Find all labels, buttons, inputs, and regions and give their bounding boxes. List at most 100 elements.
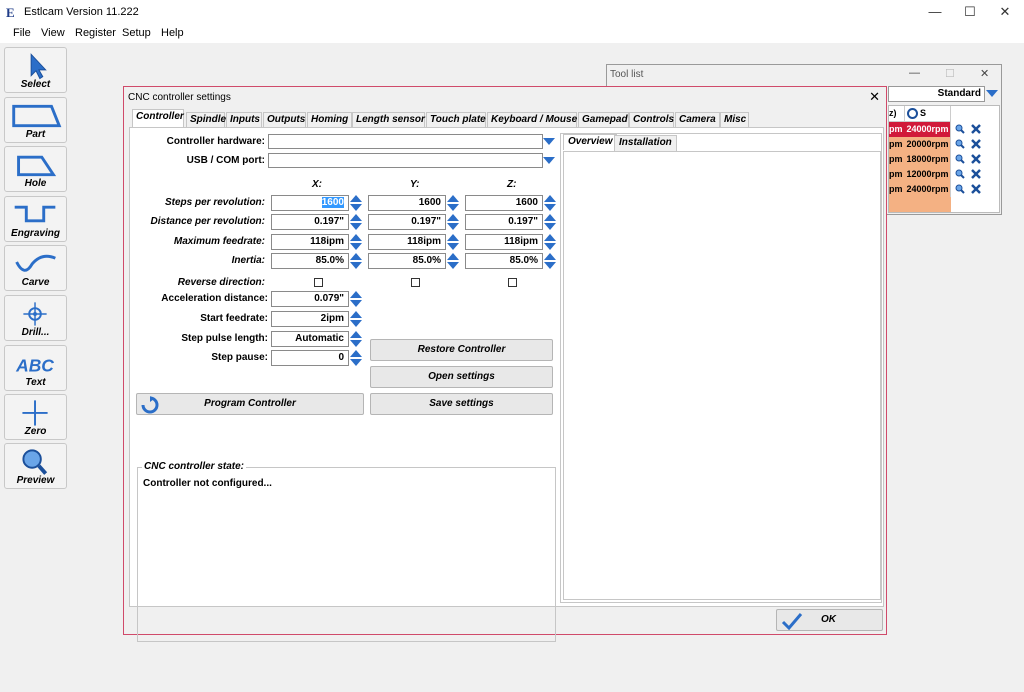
acceleration-distance-spinner-icon[interactable] xyxy=(350,291,363,307)
part-tool-button[interactable]: Part xyxy=(4,97,67,143)
tab-outputs[interactable]: Outputs xyxy=(263,112,306,127)
menu-file[interactable]: File xyxy=(13,27,31,39)
menu-view[interactable]: View xyxy=(41,27,65,39)
tab-camera[interactable]: Camera xyxy=(675,112,720,127)
select-tool-button[interactable]: Select xyxy=(4,47,67,93)
zero-tool-button[interactable]: Zero xyxy=(4,394,67,440)
distance-per-revolution-z-input[interactable]: 0.197" xyxy=(465,214,543,230)
maximum-feedrate-z-spinner-icon[interactable] xyxy=(544,234,557,250)
steps-per-revolution-z-spinner-icon[interactable] xyxy=(544,195,557,211)
maximum-feedrate-z-input[interactable]: 118ipm xyxy=(465,234,543,250)
steps-per-revolution-x-input[interactable]: 1600 xyxy=(271,195,349,211)
delete-tool-icon[interactable] xyxy=(971,184,981,194)
tab-length-sensor[interactable]: Length sensor xyxy=(352,112,425,127)
hole-tool-button[interactable]: Hole xyxy=(4,146,67,192)
maximize-button[interactable]: ☐ xyxy=(953,0,987,24)
controller-hardware-select[interactable] xyxy=(268,134,543,149)
inertia-x-spinner-icon[interactable] xyxy=(350,253,363,269)
restore-controller-button[interactable]: Restore Controller xyxy=(370,339,553,361)
steps-per-revolution-y-input[interactable]: 1600 xyxy=(368,195,446,211)
preview-tool-button[interactable]: Preview xyxy=(4,443,67,489)
edit-tool-magnifier-icon[interactable] xyxy=(955,139,965,149)
close-button[interactable]: ✕ xyxy=(988,0,1022,24)
delete-tool-icon[interactable] xyxy=(971,124,981,134)
engraving-tool-button[interactable]: Engraving xyxy=(4,196,67,242)
tab-controls[interactable]: Controls xyxy=(629,112,674,127)
inertia-z-input[interactable]: 85.0% xyxy=(465,253,543,269)
tool-spindle-speed-cell[interactable]: 12000rpm xyxy=(905,167,951,182)
delete-tool-icon[interactable] xyxy=(971,169,981,179)
step-pause-input[interactable]: 0 xyxy=(271,350,349,366)
tab-spindle[interactable]: Spindle xyxy=(186,112,226,127)
program-controller-button[interactable]: Program Controller xyxy=(136,393,364,415)
tab-homing[interactable]: Homing xyxy=(307,112,352,127)
save-settings-button[interactable]: Save settings xyxy=(370,393,553,415)
tool-spindle-speed-cell[interactable]: 18000rpm xyxy=(905,152,951,167)
preset-select[interactable]: Standard xyxy=(888,86,985,102)
reverse-z-checkbox[interactable] xyxy=(508,278,517,287)
distance-per-revolution-x-input[interactable]: 0.197" xyxy=(271,214,349,230)
tool-spindle-speed-cell[interactable]: 24000rpm xyxy=(905,182,951,197)
delete-tool-icon[interactable] xyxy=(971,154,981,164)
delete-tool-icon[interactable] xyxy=(971,139,981,149)
distance-per-revolution-y-input[interactable]: 0.197" xyxy=(368,214,446,230)
tool-spindle-speed-cell[interactable]: 24000rpm xyxy=(905,122,951,137)
edit-tool-magnifier-icon[interactable] xyxy=(955,124,965,134)
tab-inputs[interactable]: Inputs xyxy=(226,112,262,127)
reverse-y-checkbox[interactable] xyxy=(411,278,420,287)
usb-port-select[interactable] xyxy=(268,153,543,168)
tool-feed-cell[interactable]: pm xyxy=(889,167,905,182)
dialog-close-button[interactable]: ✕ xyxy=(869,89,880,105)
ok-button[interactable]: OK xyxy=(776,609,883,631)
tab-keyboard-mouse[interactable]: Keyboard / Mouse xyxy=(487,112,577,127)
usb-port-dropdown-icon[interactable] xyxy=(543,157,555,164)
inertia-z-spinner-icon[interactable] xyxy=(544,253,557,269)
minimize-button[interactable]: — xyxy=(918,0,952,24)
distance-per-revolution-z-spinner-icon[interactable] xyxy=(544,214,557,230)
tab-installation[interactable]: Installation xyxy=(614,135,677,151)
tool-feed-cell[interactable]: pm xyxy=(889,182,905,197)
tab-gamepad[interactable]: Gamepad xyxy=(578,112,629,127)
menu-help[interactable]: Help xyxy=(161,27,184,39)
edit-tool-magnifier-icon[interactable] xyxy=(955,169,965,179)
tool-list-minimize-button[interactable]: — xyxy=(909,67,920,79)
start-feedrate-input[interactable]: 2ipm xyxy=(271,311,349,327)
start-feedrate-spinner-icon[interactable] xyxy=(350,311,363,327)
step-pulse-length-spinner-icon[interactable] xyxy=(350,331,363,347)
distance-per-revolution-y-spinner-icon[interactable] xyxy=(447,214,460,230)
maximum-feedrate-y-input[interactable]: 118ipm xyxy=(368,234,446,250)
maximum-feedrate-y-spinner-icon[interactable] xyxy=(447,234,460,250)
tool-spindle-speed-cell[interactable]: 20000rpm xyxy=(905,137,951,152)
empty-tool-row[interactable] xyxy=(889,197,951,212)
open-settings-button[interactable]: Open settings xyxy=(370,366,553,388)
tool-list-close-button[interactable]: ✕ xyxy=(980,67,989,80)
steps-per-revolution-y-spinner-icon[interactable] xyxy=(447,195,460,211)
tool-feed-cell[interactable]: pm xyxy=(889,137,905,152)
edit-tool-magnifier-icon[interactable] xyxy=(955,184,965,194)
tab-misc[interactable]: Misc xyxy=(720,112,749,127)
edit-tool-magnifier-icon[interactable] xyxy=(955,154,965,164)
tool-feed-cell[interactable]: pm xyxy=(889,122,905,137)
tool-feed-cell[interactable]: pm xyxy=(889,152,905,167)
inertia-y-spinner-icon[interactable] xyxy=(447,253,460,269)
step-pause-spinner-icon[interactable] xyxy=(350,350,363,366)
step-pulse-length-input[interactable]: Automatic xyxy=(271,331,349,347)
maximum-feedrate-x-input[interactable]: 118ipm xyxy=(271,234,349,250)
distance-per-revolution-x-spinner-icon[interactable] xyxy=(350,214,363,230)
reverse-x-checkbox[interactable] xyxy=(314,278,323,287)
controller-hardware-dropdown-icon[interactable] xyxy=(543,138,555,145)
tab-overview[interactable]: Overview xyxy=(563,134,618,150)
inertia-x-input[interactable]: 85.0% xyxy=(271,253,349,269)
steps-per-revolution-z-input[interactable]: 1600 xyxy=(465,195,543,211)
acceleration-distance-input[interactable]: 0.079" xyxy=(271,291,349,307)
text-tool-button[interactable]: ABC Text xyxy=(4,345,67,391)
tab-touch-plate[interactable]: Touch plate xyxy=(426,112,486,127)
drill-tool-button[interactable]: Drill... xyxy=(4,295,67,341)
inertia-y-input[interactable]: 85.0% xyxy=(368,253,446,269)
menu-register[interactable]: Register xyxy=(75,27,116,39)
tab-controller[interactable]: Controller xyxy=(132,109,184,127)
steps-per-revolution-x-spinner-icon[interactable] xyxy=(350,195,363,211)
carve-tool-button[interactable]: Carve xyxy=(4,245,67,291)
maximum-feedrate-x-spinner-icon[interactable] xyxy=(350,234,363,250)
preset-dropdown-icon[interactable] xyxy=(986,90,998,97)
